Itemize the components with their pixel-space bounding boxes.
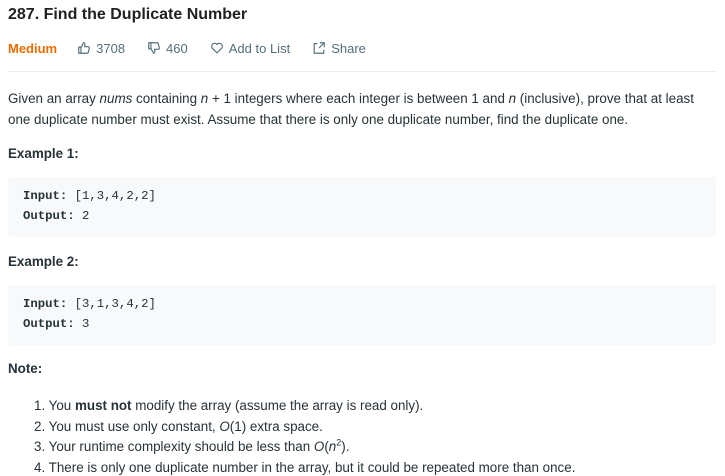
list-number: 1. xyxy=(34,398,49,413)
note-list: 1. You must not modify the array (assume… xyxy=(34,396,575,476)
list-item: 3. Your runtime complexity should be les… xyxy=(34,437,575,458)
problem-meta-bar: Medium 3708 460 Add to List Share xyxy=(8,39,388,57)
list-number: 2. xyxy=(34,418,49,434)
difficulty-label: Medium xyxy=(8,40,58,56)
input-value: [3,1,3,4,2] xyxy=(67,297,156,311)
output-value: 2 xyxy=(74,209,90,223)
thumbs-up-icon xyxy=(77,41,91,55)
example-1-heading: Example 1: xyxy=(8,146,79,161)
share-label: Share xyxy=(331,40,366,56)
heart-icon xyxy=(210,41,224,55)
list-item: 2. You must use only constant, O(1) extr… xyxy=(34,417,575,438)
add-to-list-label: Add to List xyxy=(228,40,291,56)
header-divider xyxy=(8,71,717,72)
like-count: 3708 xyxy=(96,40,126,56)
dislike-button[interactable]: 460 xyxy=(147,41,188,56)
add-to-list-button[interactable]: Add to List xyxy=(210,41,290,56)
output-value: 3 xyxy=(74,317,90,331)
problem-title: 287. Find the Duplicate Number xyxy=(8,6,248,23)
example-2-heading: Example 2: xyxy=(8,254,79,269)
output-label: Output: xyxy=(23,209,75,223)
example-2-input: Input: [3,1,3,4,2] xyxy=(23,297,156,311)
note-emphasis: must not xyxy=(74,398,132,413)
problem-description: Given an array nums containing n + 1 int… xyxy=(8,88,713,130)
example-2-code-block: Input: [3,1,3,4,2] Output: 3 xyxy=(8,285,716,345)
problem-page: 287. Find the Duplicate Number Medium 37… xyxy=(0,0,725,476)
example-1-output: Output: 2 xyxy=(23,209,89,223)
desc-text: + 1 integers where each integer is betwe… xyxy=(208,91,509,106)
output-label: Output: xyxy=(23,317,75,331)
note-text: You xyxy=(48,398,75,413)
note-text: (1) extra space. xyxy=(229,418,323,434)
dislike-count: 460 xyxy=(166,40,188,56)
desc-text: containing xyxy=(132,91,201,106)
note-text: You must use only constant, xyxy=(48,418,220,434)
note-text: There is only one duplicate number in th… xyxy=(48,460,576,476)
thumbs-down-icon xyxy=(147,41,161,55)
input-label: Input: xyxy=(23,297,68,311)
desc-text: Given an array xyxy=(8,91,100,106)
input-value: [1,3,4,2,2] xyxy=(67,189,156,203)
list-number: 4. xyxy=(34,460,49,476)
example-2-output: Output: 3 xyxy=(23,317,89,331)
note-heading: Note: xyxy=(8,361,43,376)
list-number: 3. xyxy=(34,439,49,455)
list-item: 1. You must not modify the array (assume… xyxy=(34,396,575,417)
note-text: ). xyxy=(341,439,350,455)
desc-var-nums: nums xyxy=(99,91,133,106)
list-item: 4. There is only one duplicate number in… xyxy=(34,458,575,476)
example-1-code-block: Input: [1,3,4,2,2] Output: 2 xyxy=(8,177,716,237)
share-icon xyxy=(312,41,326,55)
big-o-symbol: O xyxy=(219,418,230,434)
input-label: Input: xyxy=(23,189,68,203)
desc-var-n: n xyxy=(508,91,517,106)
share-button[interactable]: Share xyxy=(312,41,366,56)
note-text: Your runtime complexity should be less t… xyxy=(48,439,314,455)
big-o-symbol: O xyxy=(313,439,325,455)
like-button[interactable]: 3708 xyxy=(77,41,125,56)
note-text: modify the array (assume the array is re… xyxy=(131,398,424,413)
example-1-input: Input: [1,3,4,2,2] xyxy=(23,189,156,203)
